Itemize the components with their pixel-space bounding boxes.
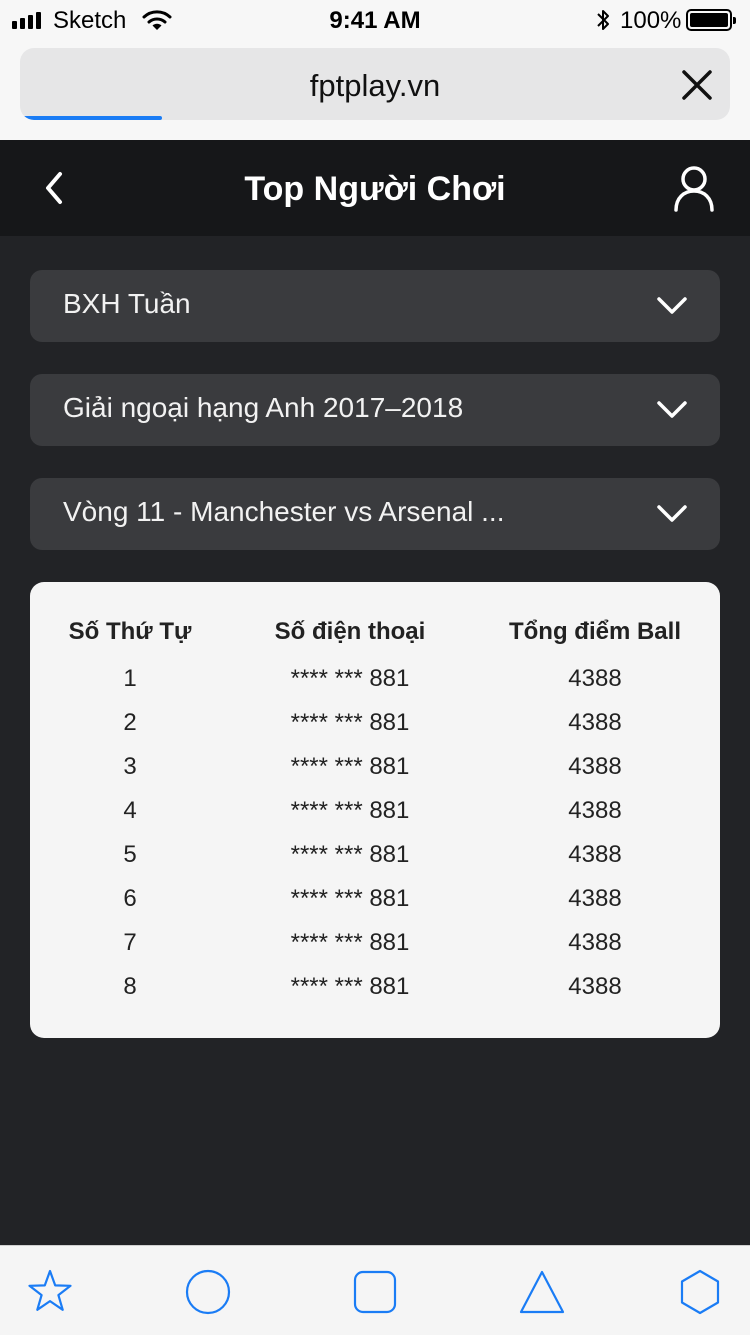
page-load-progress	[20, 116, 162, 120]
column-header-rank: Số Thứ Tự	[68, 618, 192, 645]
points-cell: 4388	[568, 797, 622, 824]
phone-cell: **** *** 881	[290, 973, 410, 1000]
match-select-value: Vòng 11 - Manchester vs Arsenal ...	[63, 496, 505, 527]
phone-cell: **** *** 881	[290, 841, 410, 868]
user-icon[interactable]	[672, 164, 716, 212]
column-header-phone: Số điện thoại	[274, 618, 426, 645]
page-title: Top Người Chơi	[244, 170, 506, 208]
rank-cell: 5	[123, 841, 137, 868]
triangle-icon[interactable]	[518, 1268, 566, 1316]
url-text[interactable]: fptplay.vn	[20, 68, 730, 104]
rank-cell: 6	[123, 885, 137, 912]
rank-cell: 1	[123, 665, 137, 692]
rank-cell: 2	[123, 709, 137, 736]
points-cell: 4388	[568, 929, 622, 956]
phone-cell: **** *** 881	[290, 929, 410, 956]
circle-icon[interactable]	[184, 1268, 232, 1316]
league-select[interactable]: Giải ngoại hạng Anh 2017–2018	[30, 374, 720, 446]
battery-icon	[686, 9, 736, 31]
star-icon[interactable]	[26, 1268, 74, 1316]
period-select[interactable]: BXH Tuần	[30, 270, 720, 342]
points-cell: 4388	[568, 665, 622, 692]
chevron-down-icon	[657, 505, 687, 522]
phone-cell: **** *** 881	[290, 885, 410, 912]
tab-bar	[0, 1245, 750, 1335]
points-cell: 4388	[568, 753, 622, 780]
battery-percent: 100%	[620, 7, 682, 34]
status-bar: Sketch 9:41 AM 100%	[0, 0, 750, 40]
league-select-value: Giải ngoại hạng Anh 2017–2018	[63, 392, 464, 423]
rank-cell: 3	[123, 753, 137, 780]
phone-cell: **** *** 881	[290, 709, 410, 736]
bluetooth-icon	[597, 10, 609, 30]
match-select[interactable]: Vòng 11 - Manchester vs Arsenal ...	[30, 478, 720, 550]
chevron-down-icon	[657, 401, 687, 418]
browser-bar: fptplay.vn	[0, 40, 750, 140]
phone-cell: **** *** 881	[290, 665, 410, 692]
rank-cell: 8	[123, 973, 137, 1000]
hexagon-icon[interactable]	[676, 1268, 724, 1316]
leaderboard-table: Số Thứ Tự Số điện thoại Tổng điểm Ball 1…	[30, 582, 720, 1038]
square-icon[interactable]	[351, 1268, 399, 1316]
rank-cell: 4	[123, 797, 137, 824]
points-cell: 4388	[568, 885, 622, 912]
points-cell: 4388	[568, 973, 622, 1000]
phone-cell: **** *** 881	[290, 753, 410, 780]
address-bar[interactable]: fptplay.vn	[20, 48, 730, 120]
points-cell: 4388	[568, 709, 622, 736]
points-cell: 4388	[568, 841, 622, 868]
period-select-value: BXH Tuần	[63, 288, 191, 319]
phone-cell: **** *** 881	[290, 797, 410, 824]
column-header-points: Tổng điểm Ball	[508, 618, 681, 645]
app-header: Top Người Chơi	[0, 140, 750, 236]
close-icon[interactable]	[680, 68, 714, 102]
rank-cell: 7	[123, 929, 137, 956]
chevron-down-icon	[657, 297, 687, 314]
